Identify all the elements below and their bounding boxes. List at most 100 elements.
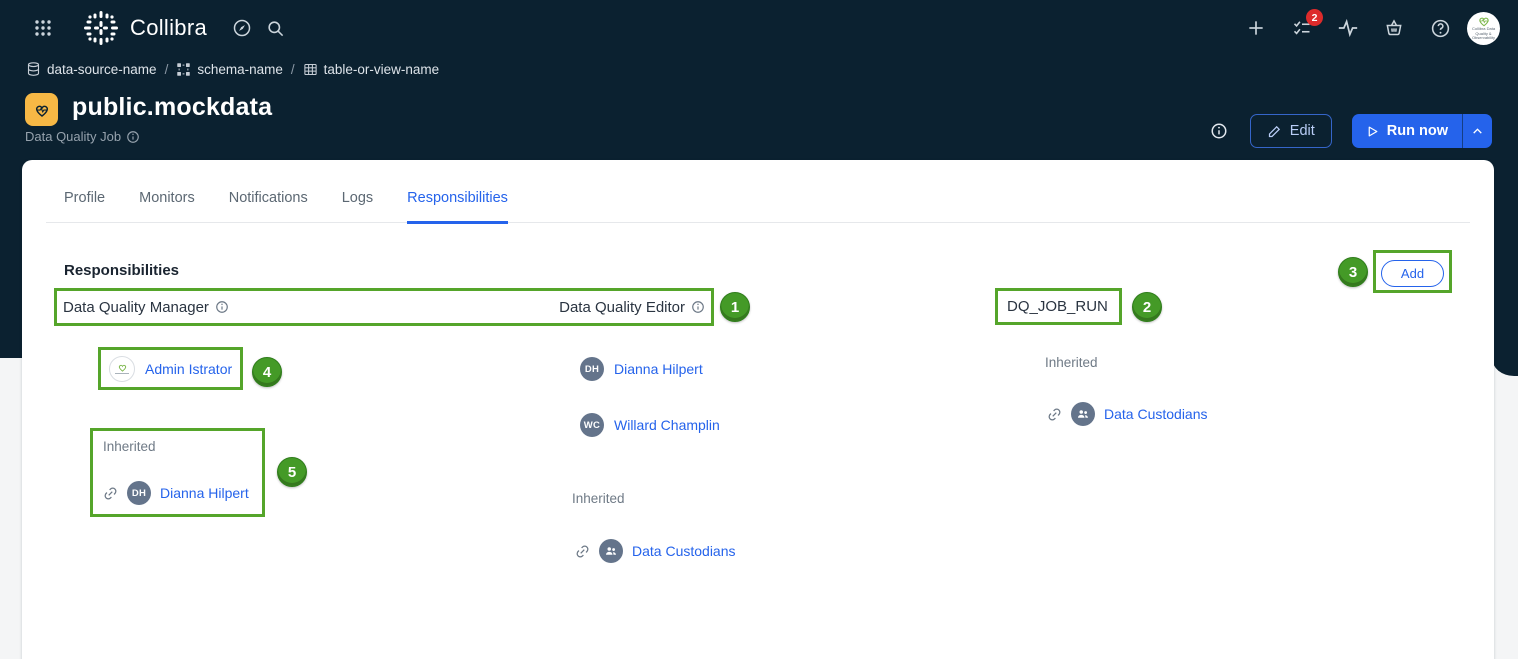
asset-type: Data Quality Job	[25, 129, 140, 144]
breadcrumb-label: data-source-name	[47, 62, 157, 77]
basket-icon[interactable]	[1377, 11, 1411, 45]
annotation-badge-2: 2	[1132, 292, 1162, 322]
heart-pulse-icon	[117, 363, 128, 372]
page-title: public.mockdata	[72, 93, 272, 122]
inheritance-link-icon	[572, 540, 593, 561]
annotation-badge-5: 5	[277, 457, 307, 487]
annotation-badge-1: 1	[720, 292, 750, 322]
breadcrumb-label: schema-name	[197, 62, 283, 77]
edit-button-label: Edit	[1290, 123, 1315, 139]
member-row: Data Custodians	[1047, 401, 1208, 427]
info-icon[interactable]	[691, 300, 705, 314]
group-link-data-custodians[interactable]: Data Custodians	[1104, 406, 1208, 422]
inherited-label: Inherited	[103, 439, 156, 454]
asset-type-label: Data Quality Job	[25, 129, 121, 144]
add-button[interactable]: Add	[1381, 260, 1444, 287]
breadcrumb-separator: /	[291, 62, 295, 77]
avatar-caption: Collibra Data Quality & Observability	[1470, 27, 1498, 41]
user-avatar[interactable]: Collibra Data Quality & Observability	[1467, 12, 1500, 45]
breadcrumb-table[interactable]: table-or-view-name	[303, 62, 440, 77]
collibra-logo[interactable]: Collibra	[82, 9, 207, 47]
member-row: DH Dianna Hilpert	[103, 481, 249, 505]
chevron-up-icon	[1471, 125, 1484, 138]
app-grid-icon[interactable]	[26, 11, 60, 45]
top-navigation-bar: Collibra	[0, 0, 1518, 56]
data-quality-job-icon	[25, 93, 58, 126]
role-header-job-run: DQ_JOB_RUN	[1007, 298, 1108, 315]
info-icon[interactable]	[1208, 120, 1230, 142]
heart-pulse-icon	[33, 102, 51, 118]
tab-logs[interactable]: Logs	[342, 190, 373, 224]
user-link-admin-istrator[interactable]: Admin Istrator	[145, 361, 232, 377]
member-row: Data Custodians	[575, 538, 736, 564]
create-plus-icon[interactable]	[1239, 11, 1273, 45]
annotation-box-1: Data Quality Manager Data Quality Editor	[54, 288, 714, 326]
info-icon[interactable]	[215, 300, 229, 314]
topbar-right: 2	[1239, 11, 1500, 45]
collibra-logo-mark	[82, 9, 120, 47]
user-avatar	[109, 356, 135, 382]
breadcrumb-schema[interactable]: schema-name	[176, 62, 283, 77]
group-avatar	[1071, 402, 1095, 426]
group-avatar	[599, 539, 623, 563]
breadcrumb-label: table-or-view-name	[324, 62, 440, 77]
avatar-caption-line	[115, 373, 129, 374]
role-label: Data Quality Manager	[63, 299, 209, 316]
inheritance-link-icon	[100, 482, 121, 503]
heart-pulse-icon	[1477, 15, 1491, 27]
content-card: Profile Monitors Notifications Logs Resp…	[22, 160, 1494, 659]
role-label: Data Quality Editor	[559, 299, 685, 316]
brand-name: Collibra	[130, 15, 207, 41]
role-header-manager: Data Quality Manager	[63, 299, 229, 316]
user-link-dianna-hilpert[interactable]: Dianna Hilpert	[614, 361, 703, 377]
role-headers-row: Data Quality Manager Data Quality Editor	[57, 291, 711, 323]
member-row: DH Dianna Hilpert	[580, 356, 703, 382]
group-link-data-custodians[interactable]: Data Custodians	[632, 543, 736, 559]
page: Collibra	[0, 0, 1518, 659]
inheritance-link-icon	[1044, 403, 1065, 424]
annotation-box-3: Add	[1373, 250, 1452, 293]
avatar-initials: DH	[580, 357, 604, 381]
annotation-badge-4: 4	[252, 357, 282, 387]
search-icon[interactable]	[259, 11, 293, 45]
info-icon[interactable]	[126, 130, 140, 144]
tab-notifications[interactable]: Notifications	[229, 190, 308, 224]
inherited-label: Inherited	[1045, 355, 1098, 370]
help-icon[interactable]	[1423, 11, 1457, 45]
user-link-willard-champlin[interactable]: Willard Champlin	[614, 417, 720, 433]
tab-bar: Profile Monitors Notifications Logs Resp…	[46, 190, 1470, 223]
play-icon	[1366, 125, 1379, 138]
pencil-icon	[1267, 124, 1282, 139]
topbar-left: Collibra	[26, 9, 293, 47]
run-now-split-button: Run now	[1352, 114, 1492, 148]
compass-icon[interactable]	[225, 11, 259, 45]
header-background-curve	[1492, 358, 1518, 376]
run-now-button[interactable]: Run now	[1352, 114, 1462, 148]
tab-monitors[interactable]: Monitors	[139, 190, 195, 224]
annotation-box-5: Inherited DH Dianna Hilpert	[90, 428, 265, 517]
member-row: WC Willard Champlin	[580, 412, 720, 438]
breadcrumb: data-source-name / schema-name / table-o…	[26, 61, 439, 77]
tab-responsibilities[interactable]: Responsibilities	[407, 190, 508, 224]
annotation-box-4: Admin Istrator	[98, 347, 243, 390]
database-icon	[26, 61, 41, 77]
activity-pulse-icon[interactable]	[1331, 11, 1365, 45]
role-header-editor: Data Quality Editor	[559, 299, 705, 316]
edit-button[interactable]: Edit	[1250, 114, 1332, 148]
member-row: Admin Istrator	[101, 350, 240, 387]
inherited-label: Inherited	[572, 491, 625, 506]
breadcrumb-data-source[interactable]: data-source-name	[26, 61, 157, 77]
breadcrumb-separator: /	[165, 62, 169, 77]
run-options-toggle[interactable]	[1462, 114, 1492, 148]
run-now-label: Run now	[1387, 123, 1448, 139]
schema-icon	[176, 62, 191, 77]
annotation-badge-3: 3	[1338, 257, 1368, 287]
tasks-icon[interactable]: 2	[1285, 11, 1319, 45]
table-icon	[303, 62, 318, 77]
annotation-box-2: DQ_JOB_RUN	[995, 288, 1122, 325]
avatar-initials: WC	[580, 413, 604, 437]
section-heading: Responsibilities	[64, 262, 179, 279]
people-icon	[1076, 407, 1090, 421]
user-link-dianna-hilpert[interactable]: Dianna Hilpert	[160, 485, 249, 501]
tab-profile[interactable]: Profile	[64, 190, 105, 224]
